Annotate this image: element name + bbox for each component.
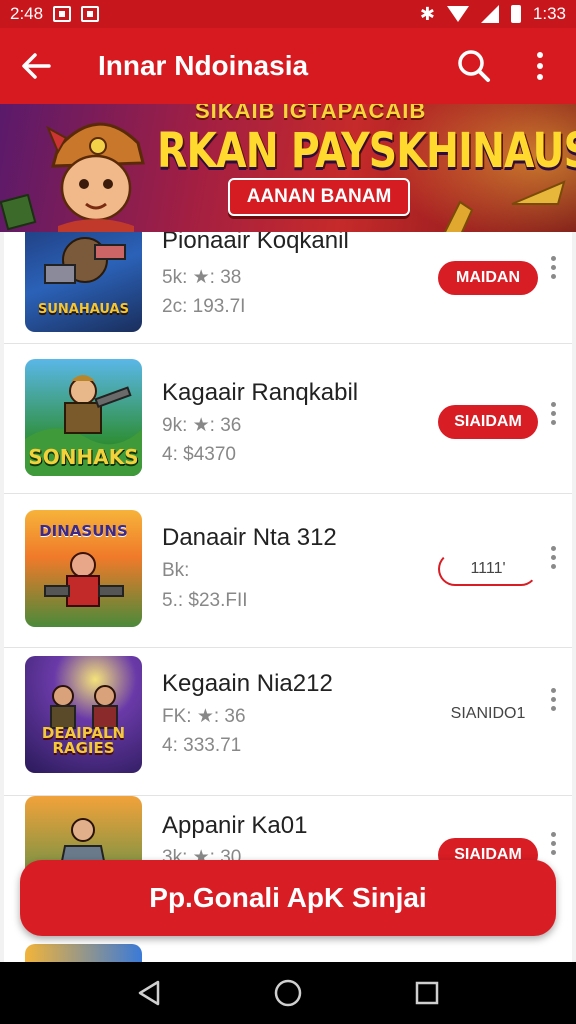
app-icon-label: SONHAKS [28,445,139,469]
app-icon: SONHAKS [25,359,142,476]
banner-headline: RKAN PAYSKHINAUS [157,123,576,179]
row-more-icon[interactable] [546,688,560,722]
app-title: Innar Ndoinasia [98,50,309,81]
square-recents-icon [415,981,438,1005]
row-more-icon[interactable] [546,546,560,580]
promo-banner[interactable]: SIKAIB IGTAPACAIB RKAN PAYSKHINAUS AANAN… [0,104,576,232]
overflow-menu-button[interactable] [504,28,576,104]
triangle-back-icon [139,980,160,1006]
row-more-icon[interactable] [546,256,560,290]
hero-character-illustration [45,122,145,232]
list-item[interactable]: SUNAHAUAS Pionaair Koqkanil 5k: ★: 38 2c… [4,232,572,344]
app-icon: DINASUNS [25,510,142,627]
signal-icon [480,5,499,23]
app-icon-label: SUNAHAUAS [38,302,129,317]
more-vert-icon [537,52,543,80]
nav-home-button[interactable] [268,973,308,1013]
app-downloads: 2c: 193.7I [162,296,246,317]
primary-cta-button[interactable]: Pp.Gonali ApK Sinjai [20,860,556,936]
install-button[interactable]: SIAIDAM [438,405,538,439]
circle-home-icon [274,979,302,1007]
app-name: Appanir Ka01 [162,812,308,839]
game-art [44,237,126,284]
status-bar: 2:48 ✱ 1:33 [0,0,576,28]
search-button[interactable] [444,28,504,104]
back-button[interactable] [0,28,72,104]
list-item[interactable]: DEAIPALN RAGIES Kegaain Nia212 FK: ★: 36… [4,648,572,796]
install-button[interactable]: MAIDAN [438,261,538,295]
app-rating: FK: ★: 36 [162,706,246,727]
search-icon [458,50,490,82]
status-time-left: 2:48 [10,4,44,23]
app-rating: Bk: [162,560,190,581]
install-button[interactable]: 1111' [438,552,538,586]
app-icon: SUNAHAUAS [25,232,142,332]
app-downloads: 5.: $23.FII [162,590,248,611]
nav-recents-button[interactable] [407,973,447,1013]
row-more-icon[interactable] [546,402,560,436]
notification-icon-2 [81,6,100,22]
battery-icon [510,5,521,23]
app-bar: Innar Ndoinasia [0,28,576,104]
nav-back-button[interactable] [129,973,169,1013]
app-rating: 5k: ★: 38 [162,267,242,288]
install-button[interactable]: SIANIDO1 [438,697,538,731]
app-icon-label: DEAIPALN RAGIES [41,724,126,757]
game-art [44,552,124,607]
banner-top-text: SIKAIB IGTAPACAIB [195,104,427,123]
app-name: Pionaair Koqkanil [162,232,349,254]
bluetooth-icon: ✱ [419,3,435,24]
app-rating: 9k: ★: 36 [162,415,242,436]
gold-decoration [443,200,474,232]
arrow-left-icon [22,53,51,79]
list-item[interactable]: SONHAKS Kagaair Ranqkabil 9k: ★: 36 4: $… [4,344,572,494]
notification-icon [53,6,72,22]
system-nav-bar [0,962,576,1024]
banner-button[interactable]: AANAN BANAM [228,178,410,216]
gold-decoration-2 [511,180,566,205]
status-left: 2:48 [10,4,100,24]
list-item[interactable]: DINASUNS Danaair Nta 312 Bk: 5.: $23.FII… [4,494,572,648]
row-more-icon[interactable] [546,832,560,866]
wifi-icon [446,6,469,22]
app-name: Kagaair Ranqkabil [162,379,359,406]
cube-decoration [0,194,37,231]
app-name: Danaair Nta 312 [162,524,337,551]
app-icon: DEAIPALN RAGIES [25,656,142,773]
app-downloads: 4: $4370 [162,444,236,465]
app-name: Kegaain Nia212 [162,670,333,697]
status-right: ✱ 1:33 [420,4,566,25]
status-time-right: 1:33 [532,4,566,23]
app-downloads: 4: 333.71 [162,735,242,756]
